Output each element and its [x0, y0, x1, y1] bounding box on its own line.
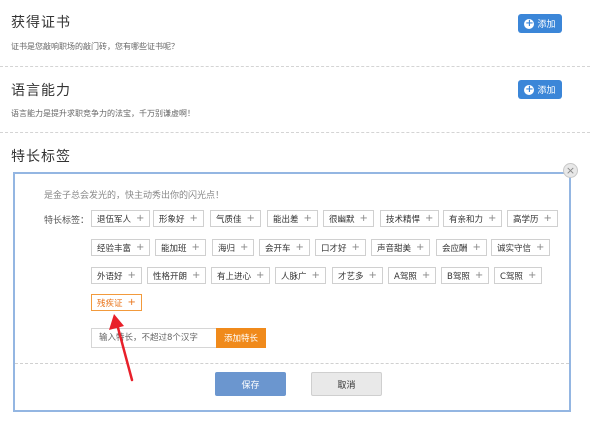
tag-item[interactable]: 人脉广 + — [275, 267, 326, 284]
tag-label: 经验丰富 — [97, 243, 132, 254]
plus-icon: + — [421, 270, 431, 281]
languages-description: 语言能力是提升求职竞争力的法宝，千万别谦虚啊！ — [11, 109, 195, 118]
panel-divider — [15, 363, 569, 364]
tag-label: A驾照 — [394, 271, 417, 282]
plus-icon: + — [543, 213, 552, 224]
add-language-label: 添加 — [537, 86, 556, 96]
close-icon[interactable]: × — [563, 163, 578, 178]
tag-item[interactable]: 诚实守信 + — [491, 239, 551, 256]
plus-icon: + — [311, 270, 320, 281]
tag-item[interactable]: 很幽默 + — [323, 210, 374, 227]
languages-title: 语言能力 — [11, 83, 71, 99]
tag-label: 人脉广 — [281, 271, 307, 282]
plus-icon: + — [472, 242, 481, 253]
tag-item[interactable]: 会开车 + — [259, 239, 310, 256]
plus-icon: + — [240, 242, 249, 253]
tag-item[interactable]: 才艺多 + — [332, 267, 383, 284]
tag-label: 能出差 — [273, 214, 299, 225]
tag-label: 外语好 — [97, 271, 123, 282]
tag-label: 气质佳 — [216, 214, 242, 225]
tag-item[interactable]: C驾照 + — [494, 267, 543, 284]
cancel-button[interactable]: 取消 — [311, 372, 382, 396]
tag-label: 退伍军人 — [97, 214, 132, 225]
add-tag-button[interactable]: 添加特长 — [216, 328, 266, 348]
skills-title: 特长标签 — [11, 149, 71, 165]
tag-label: C驾照 — [500, 271, 523, 282]
section-divider — [0, 66, 590, 67]
tag-label: 能加班 — [161, 243, 187, 254]
plus-icon: + — [425, 213, 434, 224]
tag-label: 口才好 — [321, 243, 347, 254]
plus-circle-icon: + — [524, 17, 535, 29]
tag-item[interactable]: 口才好 + — [315, 239, 366, 256]
tag-item[interactable]: 能加班 + — [155, 239, 206, 256]
plus-icon: + — [246, 213, 255, 224]
tag-label: 会开车 — [265, 243, 291, 254]
add-certificate-button[interactable]: + 添加 — [518, 14, 562, 33]
tag-item[interactable]: 能出差 + — [267, 210, 318, 227]
tag-item[interactable]: 声音甜美 + — [371, 239, 431, 256]
tag-label: 形象好 — [159, 214, 185, 225]
plus-icon: + — [474, 270, 484, 281]
tag-item[interactable]: 外语好 + — [91, 267, 142, 284]
plus-icon: + — [189, 213, 198, 224]
tag-item[interactable]: 技术精悍 + — [380, 210, 440, 227]
plus-icon: + — [536, 242, 545, 253]
plus-icon: + — [192, 270, 201, 281]
tag-label: 技术精悍 — [386, 214, 421, 225]
skills-hint: 是金子总会发光的，快主动秀出你的闪光点！ — [44, 191, 225, 201]
plus-icon: + — [368, 270, 377, 281]
tag-item[interactable]: 会应酬 + — [436, 239, 487, 256]
plus-icon: + — [416, 242, 425, 253]
add-language-button[interactable]: + 添加 — [518, 80, 562, 99]
tag-item[interactable]: 有上进心 + — [211, 267, 271, 284]
tag-label: 才艺多 — [338, 271, 364, 282]
plus-icon: + — [295, 242, 304, 253]
tag-label: 性格开朗 — [153, 271, 188, 282]
tag-item[interactable]: A驾照 + — [388, 267, 437, 284]
tag-item[interactable]: 形象好 + — [153, 210, 204, 227]
tags-label: 特长标签： — [44, 216, 90, 226]
tag-item[interactable]: 性格开朗 + — [147, 267, 207, 284]
plus-circle-icon: + — [524, 83, 535, 95]
tag-label: 有上进心 — [217, 271, 252, 282]
save-button[interactable]: 保存 — [215, 372, 286, 396]
tag-item[interactable]: 退伍军人 + — [91, 210, 151, 227]
plus-icon: + — [527, 270, 537, 281]
plus-icon: + — [136, 242, 145, 253]
tag-item[interactable]: B驾照 + — [441, 267, 490, 284]
tag-label: 残疾证 — [97, 298, 123, 309]
tag-item[interactable]: 有亲和力 + — [443, 210, 503, 227]
tag-label: 海归 — [218, 243, 236, 254]
tag-label: 会应酬 — [442, 243, 468, 254]
section-divider — [0, 132, 590, 133]
plus-icon: + — [256, 270, 265, 281]
plus-icon: + — [191, 242, 200, 253]
skills-edit-panel — [13, 172, 571, 412]
tag-item[interactable]: 高学历 + — [507, 210, 558, 227]
tag-label: 高学历 — [513, 214, 539, 225]
tag-item[interactable]: 海归 + — [212, 239, 255, 256]
plus-icon: + — [136, 213, 145, 224]
red-arrow-icon — [109, 314, 134, 382]
certificates-description: 证书是您敲响职场的敲门砖，您有哪些证书呢？ — [11, 42, 179, 51]
plus-icon: + — [359, 213, 368, 224]
plus-icon: + — [127, 270, 136, 281]
tag-label: 声音甜美 — [377, 243, 412, 254]
plus-icon: + — [303, 213, 312, 224]
tag-label: 有亲和力 — [449, 214, 484, 225]
tag-item[interactable]: 气质佳 + — [210, 210, 261, 227]
plus-icon: + — [127, 297, 136, 308]
tag-label: 很幽默 — [329, 214, 355, 225]
tag-item[interactable]: 经验丰富 + — [91, 239, 151, 256]
plus-icon: + — [351, 242, 360, 253]
certificates-title: 获得证书 — [11, 15, 71, 31]
plus-icon: + — [488, 213, 497, 224]
tag-label: B驾照 — [447, 271, 470, 282]
tag-label: 诚实守信 — [497, 243, 532, 254]
add-certificate-label: 添加 — [537, 20, 556, 30]
